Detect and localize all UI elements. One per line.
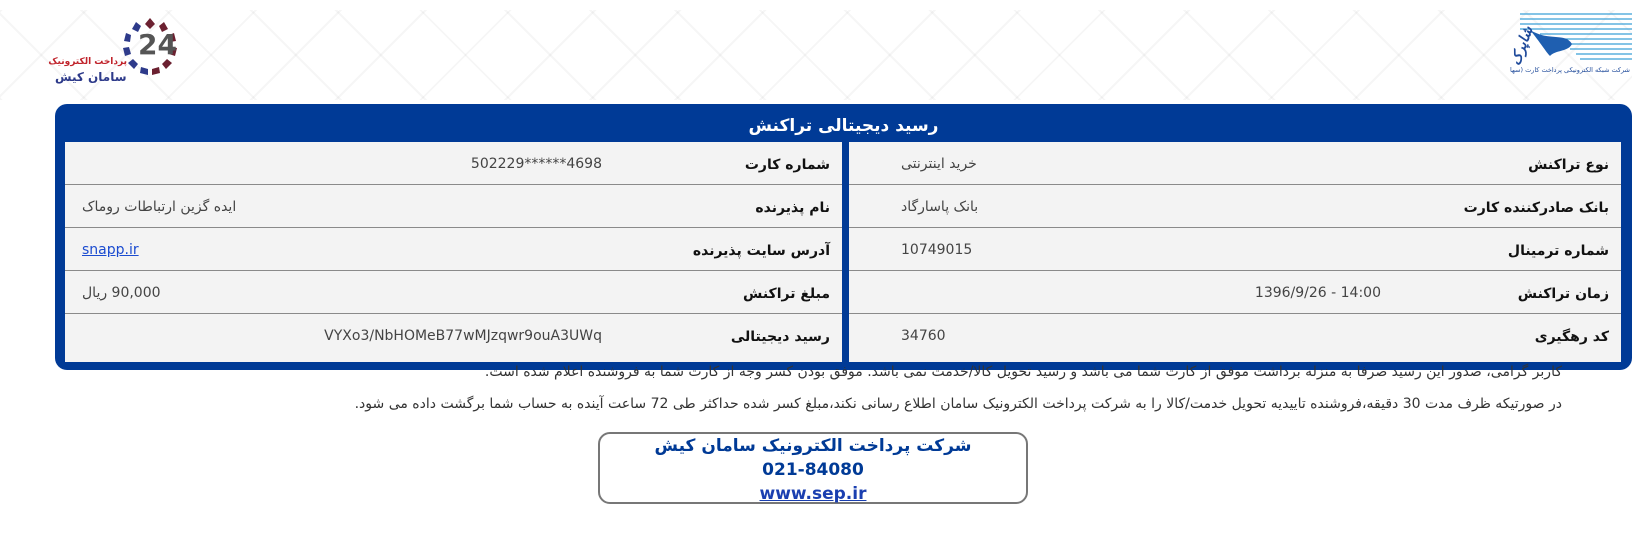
row-terminal-number: شماره ترمینال 10749015	[849, 228, 1621, 271]
shaparak-subtitle: شرکت شبکه الکترونیکی پرداخت کارت (سهامی …	[1510, 66, 1630, 74]
row-tracking-code: کد رهگیری 34760	[849, 314, 1621, 355]
transaction-type-value: خرید اینترنتی	[901, 156, 977, 172]
row-amount: مبلغ تراکنش 90,000 ریال	[65, 271, 842, 314]
row-transaction-time: زمان تراکنش 1396/9/26 - 14:00	[849, 271, 1621, 314]
card-number-value: 502229******4698	[470, 156, 602, 172]
receipt-left-column: شماره کارت 502229******4698 نام پذیرنده …	[65, 142, 842, 362]
card-number-label: شماره کارت	[744, 157, 830, 173]
merchant-site-link[interactable]: snapp.ir	[82, 242, 139, 258]
merchant-site-value: snapp.ir	[82, 228, 602, 272]
receipt-panel: رسید دیجیتالی تراکنش نوع تراکنش خرید این…	[55, 104, 1632, 370]
terminal-number-label: شماره ترمینال	[1507, 243, 1609, 259]
merchant-name-label: نام پذیرنده	[755, 200, 830, 216]
notice-text-2: در صورتیکه ظرف مدت 30 دقیقه،فروشنده تایی…	[354, 396, 1562, 412]
contact-phone: 021-84080	[762, 460, 864, 480]
terminal-number-value: 10749015	[901, 242, 973, 258]
tracking-code-value: 34760	[901, 328, 946, 344]
emblem-number: 24	[138, 28, 177, 61]
amount-value: 90,000 ریال	[82, 285, 161, 301]
contact-website: www.sep.ir	[600, 482, 1026, 506]
row-merchant-site: آدرس سایت پذیرنده snapp.ir	[65, 228, 842, 271]
contact-box: شرکت پرداخت الکترونیک سامان کیش 021-8408…	[598, 432, 1028, 504]
transaction-time-value: 1396/9/26 - 14:00	[1254, 285, 1381, 301]
issuer-bank-value: بانک پاسارگاد	[901, 199, 979, 215]
merchant-site-label: آدرس سایت پذیرنده	[692, 243, 830, 259]
digital-receipt-value: VYXo3/NbHOMeB77wMJzqwr9ouA3UWq	[324, 328, 602, 344]
row-issuer-bank: بانک صادرکننده کارت بانک پاسارگاد	[849, 185, 1621, 228]
logo-brand-line2: سامان کیش	[55, 70, 127, 84]
logo-brand-line1: پرداخت الکترونیک	[48, 57, 127, 67]
digital-receipt-label: رسید دیجیتالی	[730, 329, 830, 345]
contact-company: شرکت پرداخت الکترونیک سامان کیش	[654, 436, 972, 456]
row-transaction-type: نوع تراکنش خرید اینترنتی	[849, 142, 1621, 185]
issuer-bank-label: بانک صادرکننده کارت	[1463, 200, 1609, 216]
merchant-name-value: ایده گزین ارتباطات روماک	[82, 199, 237, 215]
background-pattern	[0, 10, 1632, 100]
shaparak-logo: شاپرک شرکت شبکه الکترونیکی پرداخت کارت (…	[1508, 12, 1632, 90]
receipt-right-column: نوع تراکنش خرید اینترنتی بانک صادرکننده …	[849, 142, 1621, 362]
website-link[interactable]: www.sep.ir	[760, 484, 867, 504]
transaction-time-label: زمان تراکنش	[1517, 286, 1609, 302]
row-digital-receipt: رسید دیجیتالی VYXo3/NbHOMeB77wMJzqwr9ouA…	[65, 314, 842, 355]
notice-text-1: کاربر گرامی، صدور این رسید صرفا به منزله…	[484, 364, 1562, 380]
amount-label: مبلغ تراکنش	[743, 286, 830, 302]
row-merchant-name: نام پذیرنده ایده گزین ارتباطات روماک	[65, 185, 842, 228]
receipt-title: رسید دیجیتالی تراکنش	[748, 116, 939, 136]
row-card-number: شماره کارت 502229******4698	[65, 142, 842, 185]
transaction-type-label: نوع تراکنش	[1528, 157, 1609, 173]
saman-kish-logo: 24 پرداخت الکترونیک سامان کیش	[48, 14, 195, 92]
tracking-code-label: کد رهگیری	[1534, 329, 1609, 345]
